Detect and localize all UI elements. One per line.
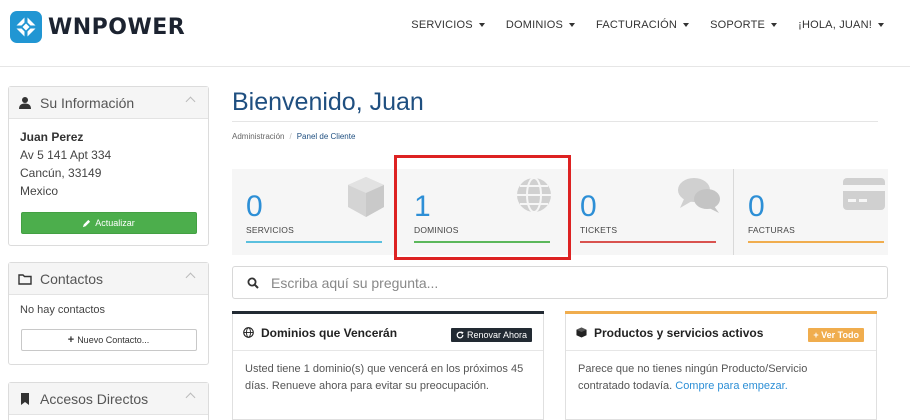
collapse-chevron-icon[interactable] [185,272,196,283]
brand-name: WNPOWER [48,14,186,40]
collapse-chevron-icon[interactable] [185,392,196,403]
folder-icon [18,273,32,285]
active-products-card: Productos y servicios activos + Ver Todo… [565,311,877,420]
highlight-box [394,155,571,260]
nav-divider [0,66,910,67]
collapse-chevron-icon[interactable] [185,96,196,107]
shortcuts-panel-header[interactable]: Accesos Directos [9,383,208,415]
stat-underline [246,241,382,243]
stat-servicios[interactable]: 0 SERVICIOS [232,169,396,255]
nav-label: FACTURACIÓN [596,19,678,31]
top-navbar: WNPOWER SERVICIOS DOMINIOS FACTURACIÓN S… [0,0,910,54]
info-panel: Su Información Juan Perez Av 5 141 Apt 3… [8,86,209,246]
contacts-panel-title: Contactos [40,270,104,287]
customer-name: Juan Perez [20,130,84,144]
stat-tickets[interactable]: 0 TICKETS [566,169,730,255]
stat-label: TICKETS [580,225,618,235]
caret-down-icon [771,23,778,27]
renew-now-label: Renovar Ahora [466,330,527,340]
info-panel-body: Juan Perez Av 5 141 Apt 334 Cancún, 3314… [9,119,208,244]
globe-icon [243,327,254,338]
user-icon [19,96,31,109]
search-input[interactable] [271,274,871,292]
no-contacts-text: No hay contactos [20,304,105,316]
buy-now-link[interactable]: Compre para empezar. [675,380,788,392]
address-line: Mexico [20,184,59,198]
shortcuts-panel-title: Accesos Directos [40,390,149,407]
card-title: Productos y servicios activos [594,325,764,340]
card-header: Productos y servicios activos + Ver Todo [566,315,876,351]
breadcrumb-item[interactable]: Administración [232,132,284,141]
cube-icon [348,177,384,217]
info-panel-title: Su Información [40,94,135,111]
nav-label: ¡HOLA, JUAN! [798,19,872,31]
card-body: Usted tiene 1 dominio(s) que vencerá en … [245,363,524,392]
stat-label: FACTURAS [748,225,795,235]
view-all-button[interactable]: + Ver Todo [808,328,864,342]
title-divider [232,121,878,122]
card-accent [232,311,544,314]
expiring-domains-card: Dominios que Vencerán Renovar Ahora Uste… [232,311,544,420]
wnpower-logo-icon [10,11,42,43]
credit-card-icon [843,178,885,210]
caret-down-icon [478,23,485,27]
contacts-panel: Contactos No hay contactos + Nuevo Conta… [8,262,209,365]
address-line: Av 5 141 Apt 334 [20,148,112,162]
caret-down-icon [878,23,884,27]
stat-value: 0 [748,190,765,223]
comments-icon [678,178,720,213]
caret-down-icon [569,23,576,27]
update-button-label: Actualizar [95,218,135,228]
bookmark-icon [21,392,29,405]
caret-down-icon [683,23,690,27]
card-accent [565,311,877,314]
info-panel-header[interactable]: Su Información [9,87,208,119]
stat-facturas[interactable]: 0 FACTURAS [734,169,898,255]
breadcrumb: Administración / Panel de Cliente [232,132,356,141]
new-contact-button[interactable]: + Nuevo Contacto... [20,329,197,351]
nav-label: DOMINIOS [505,19,564,31]
update-button[interactable]: Actualizar [20,212,197,234]
nav-soporte[interactable]: SOPORTE [710,19,778,31]
stat-label: SERVICIOS [246,225,294,235]
stat-divider [733,169,734,255]
stat-underline [580,241,716,243]
contacts-panel-body: No hay contactos + Nuevo Contacto... [9,295,208,361]
nav-dominios[interactable]: DOMINIOS [505,19,576,31]
stat-value: 0 [246,190,263,223]
pencil-icon [83,219,91,227]
nav-label: SOPORTE [710,19,766,31]
card-header: Dominios que Vencerán Renovar Ahora [233,315,543,351]
nav-label: SERVICIOS [411,19,473,31]
nav-facturacion[interactable]: FACTURACIÓN [596,19,690,31]
card-title: Dominios que Vencerán [261,325,398,340]
cube-icon [576,327,587,338]
renew-now-button[interactable]: Renovar Ahora [450,328,532,342]
nav-user-menu[interactable]: ¡HOLA, JUAN! [798,19,884,31]
knowledgebase-search[interactable] [232,266,888,299]
breadcrumb-item-current[interactable]: Panel de Cliente [297,132,356,141]
card-body: Parece que no tienes ningún Producto/Ser… [578,361,862,395]
shortcuts-panel: Accesos Directos [8,382,209,420]
nav-servicios[interactable]: SERVICIOS [411,19,485,31]
address-line: Cancún, 33149 [20,166,102,180]
refresh-icon [456,331,464,339]
page-title: Bienvenido, Juan [232,88,424,116]
stat-value: 0 [580,190,597,223]
new-contact-label: Nuevo Contacto... [77,335,150,345]
plus-icon: + [67,334,75,346]
main-menu: SERVICIOS DOMINIOS FACTURACIÓN SOPORTE ¡… [411,19,884,31]
brand-logo[interactable]: WNPOWER [10,11,185,43]
contacts-panel-header[interactable]: Contactos [9,263,208,295]
search-icon [247,277,259,289]
stat-underline [748,241,884,243]
